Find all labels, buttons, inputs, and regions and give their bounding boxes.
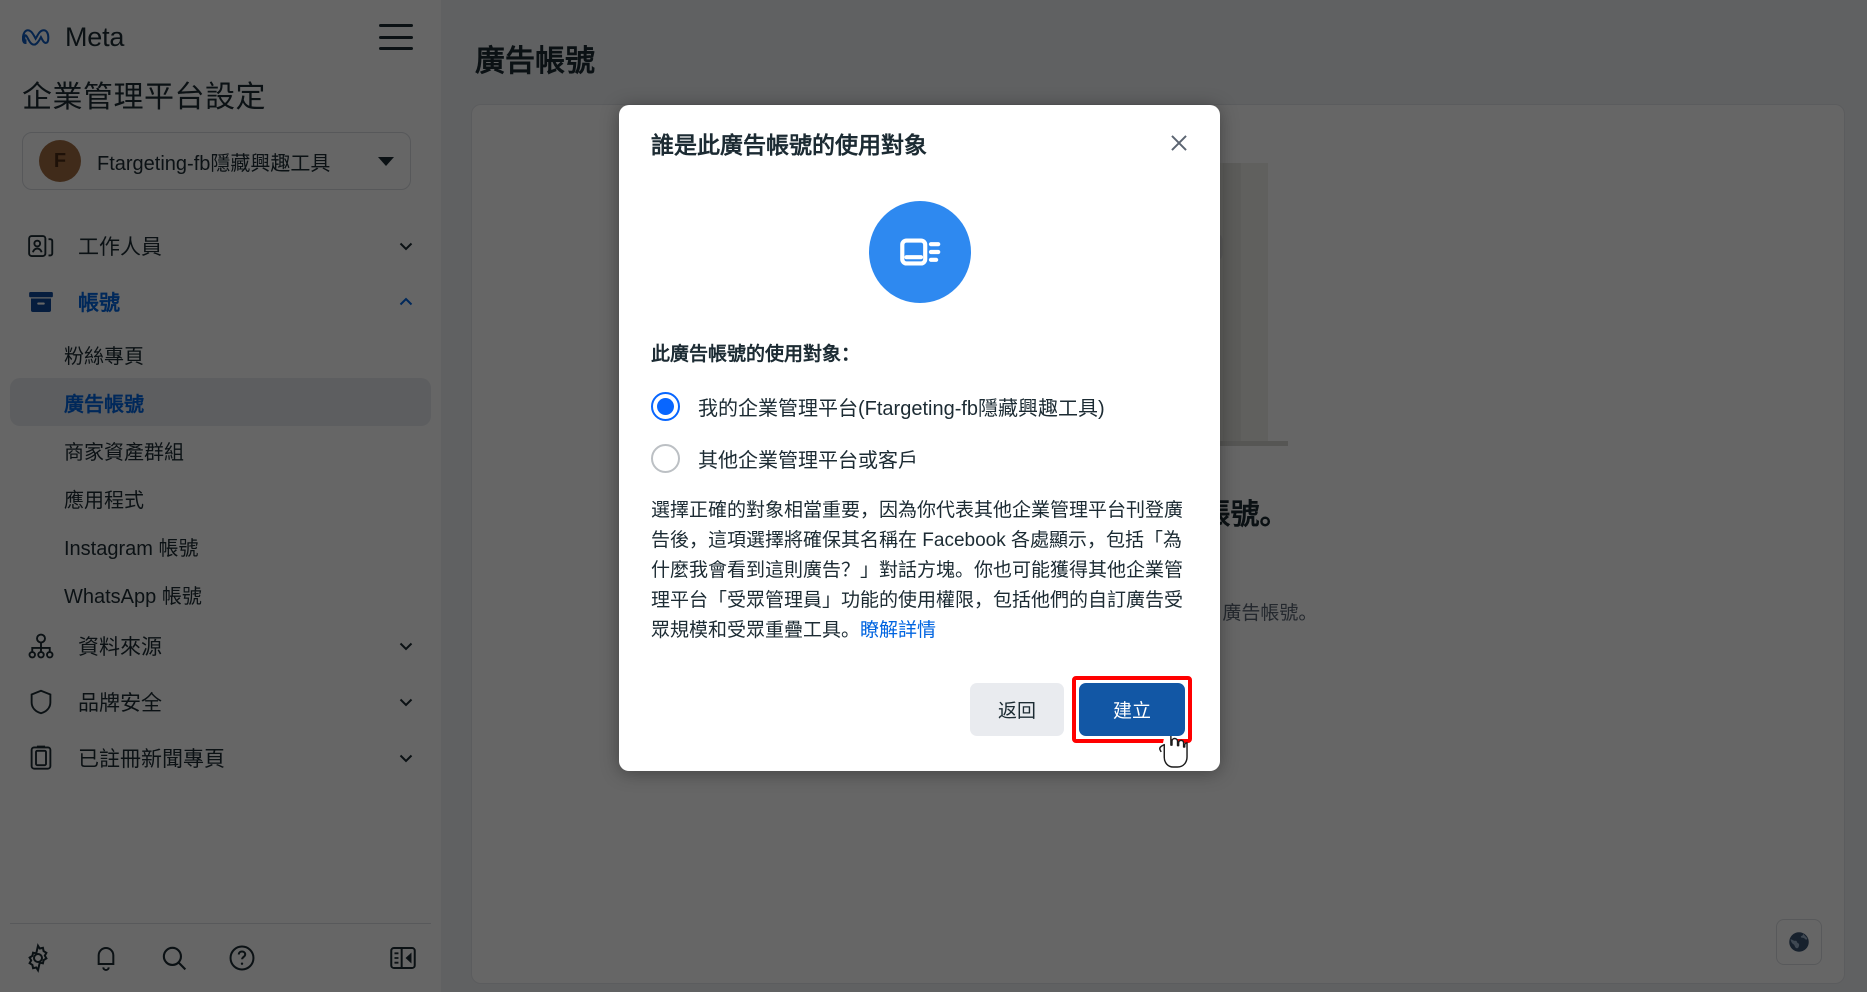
back-button[interactable]: 返回: [969, 683, 1064, 737]
modal-body: 此廣告帳號的使用對象： 我的企業管理平台(Ftargeting-fb隱藏興趣工具…: [619, 181, 1220, 650]
radio-unselected-icon[interactable]: [651, 443, 680, 473]
owner-description: 選擇正確的對象相當重要，因為你代表其他企業管理平台刊登廣告後，這項選擇將確保其名…: [651, 496, 1188, 650]
owner-option-label: 其他企業管理平台或客戶: [698, 449, 918, 472]
ad-account-owner-modal: 誰是此廣告帳號的使用對象 此廣告帳號的使用對象： 我的企業管理平台(Ftarge…: [619, 105, 1220, 772]
owner-question-label: 此廣告帳號的使用對象：: [651, 344, 861, 365]
modal-title: 誰是此廣告帳號的使用對象: [651, 132, 927, 158]
screen-root: Meta 企業管理平台設定 F Ftargeting-fb隱藏興趣工具: [0, 0, 1867, 992]
ad-account-card-icon: [868, 201, 971, 303]
radio-selected-icon[interactable]: [651, 391, 680, 421]
create-button[interactable]: 建立: [1078, 683, 1185, 737]
close-icon[interactable]: [1158, 122, 1200, 164]
owner-option-label: 我的企業管理平台(Ftargeting-fb隱藏興趣工具): [698, 397, 1105, 420]
modal-footer: 返回 建立: [619, 650, 1220, 771]
learn-more-link[interactable]: 瞭解詳情: [860, 620, 936, 641]
create-button-highlight-wrap: 建立: [1071, 676, 1192, 744]
modal-header: 誰是此廣告帳號的使用對象: [619, 105, 1220, 181]
owner-option-other-business[interactable]: 其他企業管理平台或客戶: [651, 432, 1188, 484]
modal-hero: [651, 185, 1188, 339]
owner-option-own-business[interactable]: 我的企業管理平台(Ftargeting-fb隱藏興趣工具): [651, 380, 1188, 432]
